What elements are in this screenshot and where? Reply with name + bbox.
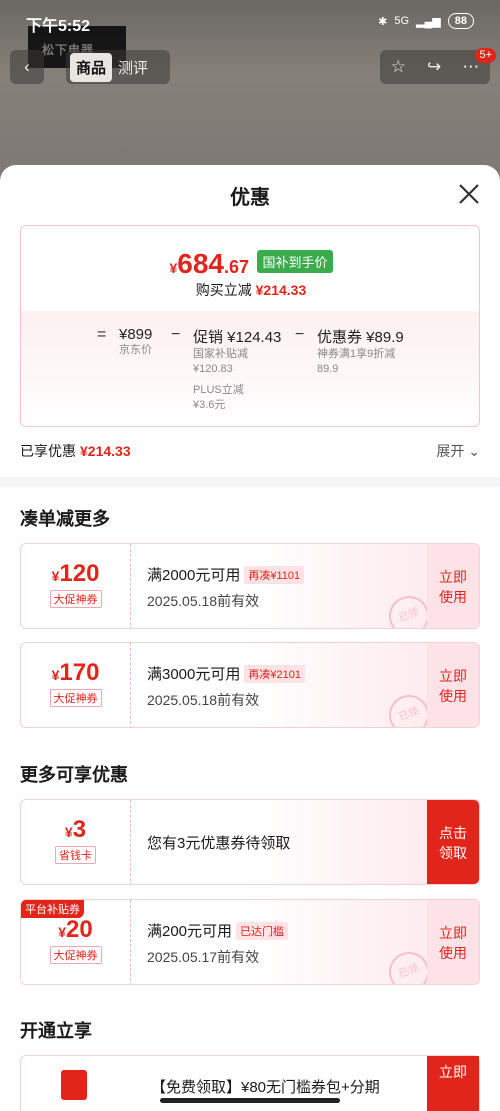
final-price: ¥684.67 国补到手价: [21, 248, 481, 280]
reduce-line: 购买立减 ¥214.33: [195, 282, 307, 298]
notification-badge: 5+: [475, 48, 496, 63]
use-now-button[interactable]: 立即使用: [427, 544, 479, 628]
use-now-button[interactable]: 立即使用: [427, 643, 479, 727]
back-button[interactable]: ‹: [10, 50, 44, 84]
signal-icon: 5G: [394, 15, 410, 27]
status-bar: 下午5:52 ✱ 5G ▂▄▆ 88: [0, 0, 500, 44]
coupon-pack-icon: [61, 1070, 87, 1100]
jd-price: ¥899 京东价: [119, 326, 153, 356]
open-button[interactable]: 立即: [427, 1056, 479, 1111]
equals-sign: =: [97, 326, 107, 343]
coupon-card: ¥120 大促神券 满2000元可用 再凑¥1101 2025.05.18前有效 已领…: [20, 543, 480, 629]
tab-bar: 商品 测评: [66, 50, 170, 84]
platform-coupon-card: ¥20 大促神券 平台补贴券 满200元可用 已达门槛 2025.05.17前有效 已…: [20, 899, 480, 985]
section-title-more-savings: 凑单减更多: [20, 509, 110, 529]
platform-tag: 平台补贴券: [21, 900, 84, 918]
back-icon: ‹: [24, 57, 30, 76]
sheet-title: 优惠: [230, 187, 270, 209]
tab-product[interactable]: 商品: [70, 52, 113, 82]
price-breakdown: ¥684.67 国补到手价 购买立减 ¥214.33 = ¥899 京东价 − 促…: [20, 225, 480, 427]
applied-discount: 已享优惠 ¥214.33: [20, 443, 131, 459]
section-title-more-offers: 更多可享优惠: [20, 765, 128, 785]
tab-review[interactable]: 测评: [112, 53, 154, 82]
expand-button[interactable]: 展开 ⌄: [436, 441, 480, 461]
section-title-membership: 开通立享: [20, 1021, 92, 1041]
minus-sign-2: −: [295, 326, 305, 343]
coupon-card: ¥170 大促神券 满3000元可用 再凑¥2101 2025.05.18前有效 已领…: [20, 642, 480, 728]
discount-sheet: 优惠 ¥684.67 国补到手价 购买立减 ¥214.33 = ¥899 京东价 …: [0, 165, 500, 1111]
battery-icon: 88: [447, 13, 474, 29]
bluetooth-icon: ✱: [378, 15, 388, 28]
savings-card: ¥3 省钱卡 您有3元优惠券待领取 点击领取: [20, 799, 480, 885]
favorite-icon[interactable]: ☆: [391, 57, 406, 77]
divider: [0, 477, 500, 487]
nav-actions: ☆ ↪ ⋯ 5+: [380, 48, 496, 84]
signal-bars-icon: ▂▄▆: [416, 15, 441, 28]
chevron-down-icon: ⌄: [468, 443, 480, 459]
coupon-discount: 优惠券 ¥89.9 神券满1享9折减 89.9: [317, 329, 404, 375]
promo-discount: 促销 ¥124.43 国家补贴减 ¥120.83 PLUS立减 ¥3.6元: [193, 329, 282, 411]
claim-button[interactable]: 点击领取: [427, 800, 479, 884]
minus-sign: −: [171, 326, 181, 343]
subsidy-tag: 国补到手价: [257, 250, 333, 273]
close-icon[interactable]: [458, 183, 480, 205]
share-icon[interactable]: ↪: [427, 57, 441, 77]
status-time: 下午5:52: [26, 18, 91, 35]
home-indicator[interactable]: [160, 1098, 340, 1103]
use-now-button[interactable]: 立即使用: [427, 900, 479, 984]
top-nav: ‹ 商品 测评 ☆ ↪ ⋯ 5+: [10, 48, 496, 84]
